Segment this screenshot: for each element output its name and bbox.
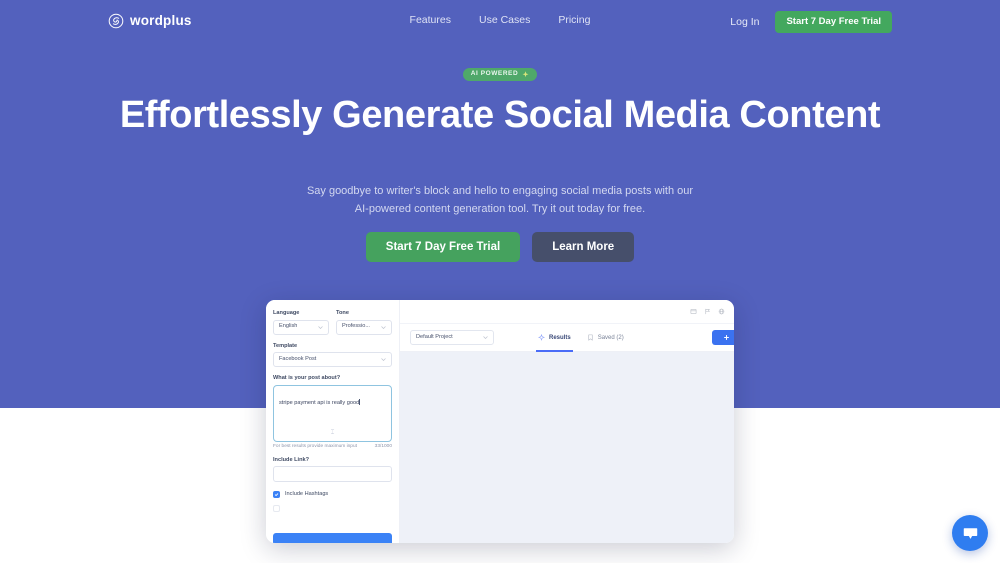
- app-main-pane: Default Project Results Saved (2): [400, 300, 734, 543]
- hero-subtitle: Say goodbye to writer's block and hello …: [306, 185, 694, 215]
- hero-trial-button[interactable]: Start 7 Day Free Trial: [365, 232, 521, 262]
- language-tone-row: Language English Tone Professio...: [273, 310, 392, 335]
- flag-icon[interactable]: [704, 308, 711, 315]
- app-sidebar: Language English Tone Professio... Templ…: [266, 300, 400, 543]
- app-results-area: [400, 352, 734, 543]
- sparkle-icon: [522, 71, 529, 78]
- nav-link-pricing[interactable]: Pricing: [558, 14, 590, 26]
- app-topbar: [400, 300, 734, 324]
- prompt-label: What is your post about?: [273, 375, 341, 382]
- hashtags-checkbox-row[interactable]: Include Hashtags: [273, 490, 392, 499]
- secondary-checkbox[interactable]: [273, 505, 280, 513]
- globe-icon[interactable]: [718, 308, 725, 315]
- chat-bubble-icon: [962, 525, 979, 542]
- landing-page: wordplus Features Use Cases Pricing Log …: [0, 0, 1000, 563]
- language-value: English: [279, 323, 298, 330]
- language-field: Language English: [273, 310, 329, 335]
- nav-trial-button[interactable]: Start 7 Day Free Trial: [775, 11, 892, 33]
- tone-label: Tone: [336, 310, 349, 316]
- hashtags-label: Include Hashtags: [285, 490, 329, 497]
- tab-results[interactable]: Results: [536, 324, 573, 352]
- project-select[interactable]: Default Project: [410, 330, 494, 345]
- generate-button[interactable]: [273, 533, 392, 543]
- prompt-hint-row: For best results provide maximum input 3…: [273, 443, 392, 450]
- chevron-down-icon: [483, 336, 488, 339]
- link-field: Include Link?: [273, 456, 392, 483]
- project-value: Default Project: [416, 333, 453, 340]
- navbar: wordplus Features Use Cases Pricing Log …: [0, 0, 1000, 43]
- template-field: Template Facebook Post: [273, 342, 392, 368]
- prompt-field: What is your post about? stripe payment …: [273, 376, 392, 449]
- char-counter: 33/1000: [374, 443, 392, 449]
- nav-links: Features Use Cases Pricing: [410, 14, 591, 26]
- chevron-down-icon: [381, 358, 386, 362]
- secondary-checkbox-row[interactable]: [273, 505, 392, 513]
- page-title: Effortlessly Generate Social Media Conte…: [119, 94, 881, 136]
- chevron-down-icon: [318, 325, 323, 329]
- grid-icon[interactable]: [690, 308, 697, 315]
- cta-row: Start 7 Day Free Trial Learn More: [0, 232, 1000, 262]
- tone-select[interactable]: Professio...: [336, 319, 392, 335]
- chat-widget-button[interactable]: [952, 515, 988, 551]
- prompt-textarea[interactable]: stripe payment api is really good ⌶: [273, 384, 392, 442]
- badge-label: AI POWERED: [470, 70, 519, 78]
- badge-row: AI POWERED: [0, 68, 1000, 81]
- bookmark-icon: [587, 334, 594, 341]
- tab-saved-label: Saved (2): [597, 334, 624, 341]
- learn-more-button[interactable]: Learn More: [532, 232, 635, 262]
- sparkle-icon: [538, 334, 545, 341]
- logo[interactable]: wordplus: [108, 13, 192, 29]
- nav-link-use-cases[interactable]: Use Cases: [479, 14, 530, 26]
- app-tabbar: Default Project Results Saved (2): [400, 324, 734, 352]
- link-input[interactable]: [273, 466, 392, 483]
- login-link[interactable]: Log In: [730, 16, 759, 28]
- nav-actions: Log In Start 7 Day Free Trial: [730, 11, 892, 33]
- resize-handle-icon[interactable]: ⌶: [331, 430, 335, 436]
- tabs: Results Saved (2): [536, 324, 624, 352]
- logo-text: wordplus: [130, 13, 192, 29]
- language-label: Language: [273, 310, 300, 316]
- plus-icon: [723, 334, 730, 341]
- app-preview: Language English Tone Professio... Templ…: [266, 300, 734, 543]
- chevron-down-icon: [381, 325, 386, 329]
- template-label: Template: [273, 342, 298, 349]
- prompt-hint: For best results provide maximum input: [273, 443, 357, 449]
- language-select[interactable]: English: [273, 319, 329, 335]
- template-select[interactable]: Facebook Post: [273, 352, 392, 368]
- spiral-swirl-icon: [108, 13, 124, 29]
- ai-powered-badge: AI POWERED: [462, 68, 538, 81]
- text-caret: [359, 398, 361, 405]
- add-button[interactable]: [712, 330, 734, 345]
- nav-link-features[interactable]: Features: [410, 14, 451, 26]
- tone-field: Tone Professio...: [336, 310, 392, 335]
- template-value: Facebook Post: [279, 355, 317, 362]
- tab-saved[interactable]: Saved (2): [587, 324, 624, 352]
- tone-value: Professio...: [342, 323, 370, 330]
- hashtags-checkbox[interactable]: [273, 491, 280, 499]
- link-label: Include Link?: [273, 456, 310, 463]
- prompt-value: stripe payment api is really good: [279, 399, 360, 406]
- tab-results-label: Results: [549, 334, 571, 341]
